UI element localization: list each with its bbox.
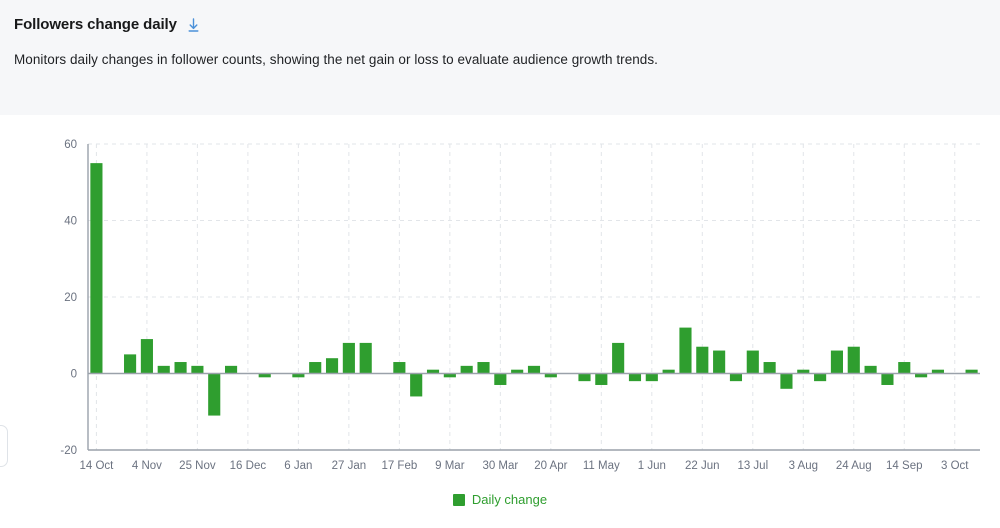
x-tick-label: 4 Nov [132, 460, 162, 472]
bar[interactable] [763, 362, 776, 374]
edge-panel-handle[interactable] [0, 425, 8, 467]
x-tick-label: 22 Jun [685, 460, 720, 472]
bar[interactable] [847, 346, 860, 374]
bar[interactable] [780, 373, 793, 389]
page-title: Followers change daily [14, 16, 177, 33]
bar[interactable] [393, 362, 406, 374]
bar[interactable] [140, 339, 153, 374]
bar[interactable] [309, 362, 322, 374]
bar[interactable] [696, 346, 709, 374]
bar[interactable] [578, 373, 591, 382]
bar[interactable] [645, 373, 658, 382]
chart-header: Followers change daily Monitors daily ch… [0, 0, 1000, 115]
bar[interactable] [628, 373, 642, 382]
x-tick-label: 13 Jul [737, 460, 768, 472]
x-tick-label: 30 Mar [482, 460, 518, 472]
bar[interactable] [898, 362, 911, 374]
x-tick-label: 9 Mar [435, 460, 465, 472]
page-root: Followers change daily Monitors daily ch… [0, 0, 1000, 528]
x-tick-label: 14 Oct [79, 460, 114, 472]
x-tick-label: 3 Oct [941, 460, 969, 472]
bar[interactable] [174, 362, 187, 374]
bar[interactable] [191, 365, 204, 374]
legend-label-daily-change: Daily change [471, 492, 548, 507]
x-tick-label: 24 Aug [836, 460, 872, 472]
bar[interactable] [342, 342, 355, 374]
bar[interactable] [208, 373, 221, 416]
x-tick-label: 6 Jan [284, 460, 312, 472]
x-tick-label: 1 Jun [638, 460, 666, 472]
bar[interactable] [157, 365, 170, 374]
bar[interactable] [612, 342, 625, 374]
bar[interactable] [881, 373, 894, 385]
bar[interactable] [830, 350, 843, 374]
x-tick-label: 14 Sep [886, 460, 922, 472]
bar[interactable] [814, 373, 827, 382]
chart-legend: Daily change [0, 492, 1000, 508]
bar[interactable] [460, 365, 473, 374]
y-tick-label: 60 [64, 139, 77, 151]
x-tick-label: 3 Aug [789, 460, 818, 472]
download-icon[interactable] [185, 17, 202, 34]
plot-area: -20 0 20 40 60 14 Oct 4 Nov 25 Nov 16 Dec 6 Jan 27… [14, 115, 986, 515]
title-row: Followers change daily [14, 15, 202, 35]
bar[interactable] [864, 365, 877, 374]
y-tick-label: 0 [71, 369, 77, 381]
x-tick-label: 16 Dec [230, 460, 267, 472]
bar[interactable] [225, 365, 238, 374]
y-tick-label: 40 [64, 216, 77, 228]
x-tick-label: 20 Apr [534, 460, 567, 472]
bar[interactable] [410, 373, 423, 397]
bar[interactable] [90, 163, 103, 374]
x-tick-label: 11 May [583, 460, 620, 472]
chart-card: -20 0 20 40 60 14 Oct 4 Nov 25 Nov 16 Dec 6 Jan 27… [14, 115, 986, 515]
bar[interactable] [713, 350, 726, 374]
y-tick-label: 20 [64, 292, 77, 304]
bar[interactable] [494, 373, 507, 385]
x-tick-label: 25 Nov [179, 460, 216, 472]
x-tick-label: 27 Jan [332, 460, 367, 472]
bar[interactable] [729, 373, 743, 382]
chart-description: Monitors daily changes in follower count… [14, 52, 658, 67]
bar[interactable] [527, 365, 541, 374]
bar[interactable] [325, 358, 339, 374]
bar[interactable] [124, 354, 137, 374]
bar-chart: -20 0 20 40 60 14 Oct 4 Nov 25 Nov 16 Dec 6 Jan 27… [60, 139, 980, 472]
bar[interactable] [679, 327, 692, 374]
bar[interactable] [595, 373, 608, 385]
y-tick-label: -20 [60, 445, 77, 457]
bar[interactable] [477, 362, 490, 374]
bar[interactable] [359, 342, 372, 374]
legend-swatch-daily-change [452, 494, 465, 506]
x-tick-label: 17 Feb [381, 460, 417, 472]
bar[interactable] [746, 350, 759, 374]
